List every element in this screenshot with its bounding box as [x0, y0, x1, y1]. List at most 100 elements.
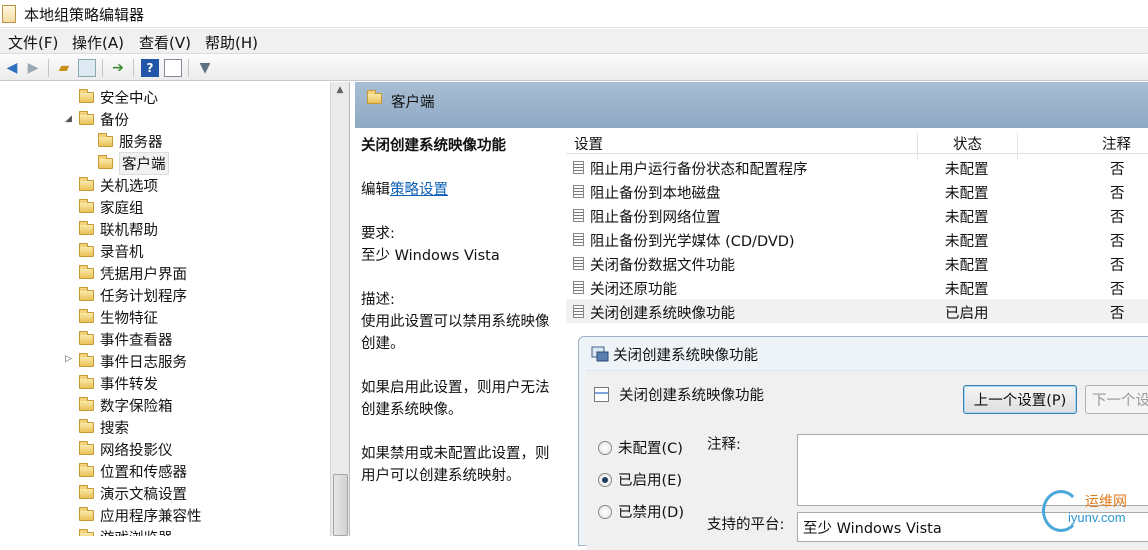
tree-item[interactable]: 事件转发 — [79, 372, 158, 394]
show-hide-tree-icon[interactable] — [78, 59, 96, 77]
folder-icon — [79, 506, 94, 521]
folder-icon — [79, 484, 94, 499]
watermark-text-cn: 运维网 — [1085, 494, 1127, 510]
tree-scrollbar[interactable]: ▲ — [330, 82, 349, 536]
folder-icon — [79, 396, 94, 411]
column-state[interactable]: 状态 — [953, 133, 982, 154]
folder-icon — [79, 198, 94, 213]
details-header-title: 客户端 — [391, 95, 435, 111]
tree-item[interactable]: 数字保险箱 — [79, 394, 173, 416]
previous-setting-button[interactable]: 上一个设置(P) — [963, 385, 1077, 414]
scroll-up-arrow-icon[interactable]: ▲ — [331, 82, 349, 99]
folder-icon — [79, 88, 94, 103]
policy-setting-icon — [573, 281, 584, 294]
forward-arrow-icon[interactable]: ▶ — [24, 59, 42, 77]
gpedit-app-icon — [2, 5, 16, 23]
menu-action[interactable]: 操作(A) — [72, 32, 124, 53]
column-comment[interactable]: 注释 — [1102, 133, 1131, 154]
scrollbar-thumb[interactable] — [333, 474, 348, 536]
toolbar: ◀ ▶ ▰ ➔ ? ▼ — [0, 55, 1148, 81]
watermark: 运维网 iyunv.com — [1040, 488, 1148, 536]
menu-view[interactable]: 查看(V) — [139, 32, 191, 53]
folder-icon — [79, 242, 94, 257]
edit-policy-link[interactable]: 策略设置 — [390, 182, 448, 198]
tree-item-selected[interactable]: 客户端 — [98, 151, 169, 175]
radio-disabled[interactable]: 已禁用(D) — [598, 501, 684, 522]
tree-item[interactable]: 凭据用户界面 — [79, 262, 187, 284]
table-row[interactable]: 关闭还原功能 未配置否 — [566, 275, 1148, 299]
tree-item[interactable]: 应用程序兼容性 — [79, 504, 202, 526]
menu-help[interactable]: 帮助(H) — [205, 32, 258, 53]
tree-item[interactable]: 备份 — [79, 108, 129, 130]
enabled-explanation: 如果启用此设置，则用户无法创建系统映像。 — [361, 380, 550, 418]
folder-icon — [79, 264, 94, 279]
radio-button-checked-icon[interactable] — [598, 472, 612, 487]
help-icon[interactable]: ? — [141, 59, 159, 77]
list-header: 设置 状态 注释 — [566, 128, 1148, 159]
radio-button-icon[interactable] — [598, 440, 612, 455]
tree-item[interactable]: 录音机 — [79, 240, 144, 262]
tree-item[interactable]: 生物特征 — [79, 306, 158, 328]
table-row[interactable]: 阻止备份到网络位置 未配置否 — [566, 203, 1148, 227]
filter-icon[interactable]: ▼ — [196, 59, 214, 77]
watermark-text-en: iyunv.com — [1068, 510, 1126, 525]
requirements-block: 要求: 至少 Windows Vista — [361, 226, 500, 264]
tree-item[interactable]: 事件查看器 — [79, 328, 173, 350]
table-row[interactable]: 关闭备份数据文件功能 未配置否 — [566, 251, 1148, 275]
settings-list: 设置 状态 注释 阻止用户运行备份状态和配置程序 未配置否 阻止备份到本地磁盘 未配… — [566, 128, 1148, 323]
folder-icon — [79, 462, 94, 477]
policy-setting-icon — [573, 161, 584, 174]
policy-setting-icon — [573, 257, 584, 270]
tree-item[interactable]: 搜索 — [79, 416, 129, 438]
next-setting-button[interactable]: 下一个设置(N) — [1085, 385, 1148, 414]
tree-item[interactable]: 服务器 — [98, 130, 163, 152]
toolbar-separator — [133, 59, 134, 77]
setting-icon — [594, 387, 609, 402]
back-arrow-icon[interactable]: ◀ — [3, 59, 21, 77]
dialog-title: 关闭创建系统映像功能 — [613, 348, 758, 364]
tree-item[interactable]: 任务计划程序 — [79, 284, 187, 306]
tree-item[interactable]: 网络投影仪 — [79, 438, 173, 460]
folder-icon — [79, 374, 94, 389]
table-row[interactable]: 阻止备份到本地磁盘 未配置否 — [566, 179, 1148, 203]
policy-setting-icon — [573, 209, 584, 222]
tree-item[interactable]: 演示文稿设置 — [79, 482, 187, 504]
column-setting[interactable]: 设置 — [574, 133, 603, 154]
menu-bar: 文件(F) 操作(A) 查看(V) 帮助(H) — [0, 29, 1148, 54]
description-pane: 关闭创建系统映像功能 编辑策略设置 要求: 至少 Windows Vista 描述… — [355, 128, 560, 536]
tree-item[interactable]: 安全中心 — [79, 86, 158, 108]
tree-item[interactable]: 事件日志服务 — [79, 350, 187, 372]
menu-file[interactable]: 文件(F) — [8, 32, 58, 53]
tree-item[interactable]: 关机选项 — [79, 174, 158, 196]
tree-expand-icon[interactable]: ▷ — [65, 354, 72, 364]
toolbar-separator — [188, 59, 189, 77]
radio-button-icon[interactable] — [598, 504, 612, 519]
navigation-tree: 安全中心 ◢ 备份 服务器 客户端 关机选项 家庭组 联机帮助 录音机 凭据用户… — [0, 82, 350, 536]
radio-not-configured[interactable]: 未配置(C) — [598, 437, 683, 458]
title-bar: 本地组策略编辑器 — [0, 0, 1148, 28]
details-header: 客户端 — [355, 82, 1148, 128]
radio-enabled[interactable]: 已启用(E) — [598, 469, 682, 490]
table-row[interactable]: 阻止用户运行备份状态和配置程序 未配置否 — [566, 155, 1148, 179]
tree-item[interactable]: 联机帮助 — [79, 218, 158, 240]
folder-icon — [367, 90, 382, 104]
dialog-setting-name: 关闭创建系统映像功能 — [619, 388, 764, 404]
properties-view-icon[interactable] — [164, 59, 182, 77]
tree-item[interactable]: 游戏浏览器 — [79, 526, 173, 536]
policy-setting-icon — [573, 233, 584, 246]
export-list-icon[interactable]: ➔ — [109, 59, 127, 77]
tree-item[interactable]: 位置和传感器 — [79, 460, 187, 482]
folder-open-icon — [79, 110, 94, 125]
edit-policy-line: 编辑策略设置 — [361, 182, 448, 198]
folder-icon — [79, 528, 94, 536]
tree-item[interactable]: 家庭组 — [79, 196, 144, 218]
description-block: 描述: 使用此设置可以禁用系统映像创建。 — [361, 292, 550, 352]
folder-icon — [79, 440, 94, 455]
folder-icon — [79, 286, 94, 301]
tree-collapse-icon[interactable]: ◢ — [65, 114, 72, 124]
table-row-selected[interactable]: 关闭创建系统映像功能 已启用否 — [566, 299, 1148, 323]
up-folder-icon[interactable]: ▰ — [55, 59, 73, 77]
policy-setting-icon — [573, 185, 584, 198]
platform-label: 支持的平台: — [707, 517, 785, 533]
table-row[interactable]: 阻止备份到光学媒体 (CD/DVD) 未配置否 — [566, 227, 1148, 251]
